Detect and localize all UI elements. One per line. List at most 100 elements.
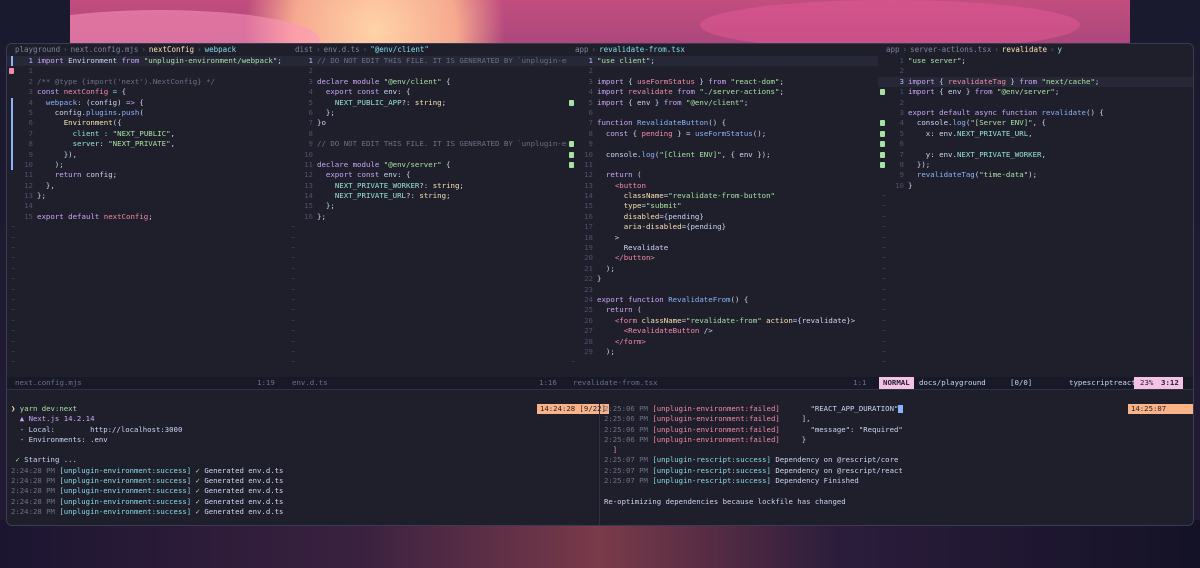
breadcrumb-item[interactable]: env.d.ts bbox=[324, 45, 360, 54]
code-line[interactable]: 12 return ( bbox=[567, 170, 878, 180]
code-view[interactable]: 1 // DO NOT EDIT THIS FILE. IT IS GENERAT… bbox=[287, 56, 567, 368]
code-line[interactable]: 28 </form> bbox=[567, 337, 878, 347]
code-line[interactable]: 4 export const env: { bbox=[287, 87, 567, 97]
code-line[interactable]: 16}; bbox=[287, 212, 567, 222]
breadcrumb-item[interactable]: "@env/client" bbox=[370, 45, 429, 54]
code-line[interactable]: 4 webpack: (config) => { bbox=[7, 97, 287, 108]
code-line[interactable]: 1 import { env } from "@env/server"; bbox=[878, 87, 1193, 97]
code-line[interactable]: 3 export default async function revalidat… bbox=[878, 108, 1193, 118]
code-line[interactable]: 9 bbox=[567, 139, 878, 149]
terminal-pane-right[interactable]: 2:25:06 PM [unplugin-environment:failed]… bbox=[599, 404, 1193, 525]
code-line[interactable]: 1 import Environment from "unplugin-envir… bbox=[7, 56, 287, 67]
breadcrumb-item[interactable]: app bbox=[886, 45, 900, 54]
code-line[interactable]: 15 }; bbox=[287, 201, 567, 211]
code-line[interactable]: 14 className="revalidate-from-button" bbox=[567, 191, 878, 201]
code-line[interactable]: 16 disabled={pending} bbox=[567, 212, 878, 222]
code-line[interactable]: 5 import { env } from "@env/client"; bbox=[567, 98, 878, 108]
breadcrumb-item[interactable]: y bbox=[1058, 45, 1063, 54]
breadcrumb-item[interactable]: revalidate-from.tsx bbox=[599, 45, 685, 54]
code-line[interactable]: 8 server: "NEXT_PRIVATE", bbox=[7, 139, 287, 150]
code-line[interactable]: 1 "use server"; bbox=[878, 56, 1193, 66]
code-line[interactable]: 13 NEXT_PRIVATE_WORKER?: string; bbox=[287, 181, 567, 191]
code-line[interactable]: 21 ); bbox=[567, 264, 878, 274]
breadcrumb-item[interactable]: server-actions.tsx bbox=[910, 45, 991, 54]
code-line[interactable]: 2 bbox=[878, 98, 1193, 108]
code-line[interactable]: 6 bbox=[567, 108, 878, 118]
code-line[interactable]: 4 import revalidate from "./server-action… bbox=[567, 87, 878, 97]
code-line[interactable]: 26 <form className="revalidate-from" act… bbox=[567, 316, 878, 326]
code-line[interactable]: 8 const { pending } = useFormStatus(); bbox=[567, 129, 878, 139]
git-added-sign bbox=[569, 161, 574, 168]
breadcrumb-item[interactable]: nextConfig bbox=[149, 45, 194, 54]
code-line[interactable]: 17 aria-disabled={pending} bbox=[567, 222, 878, 232]
breadcrumb-item[interactable]: revalidate bbox=[1002, 45, 1047, 54]
code-line[interactable]: 9 revalidateTag("time-data"); bbox=[878, 170, 1193, 180]
code-line[interactable]: 6 Environment({ bbox=[7, 118, 287, 129]
code-line[interactable]: 5 config.plugins.push( bbox=[7, 107, 287, 119]
code-line[interactable]: 14 bbox=[7, 201, 287, 211]
code-line[interactable]: 6 }; bbox=[287, 108, 567, 118]
editor-pane-2[interactable]: dist › env.d.ts › "@env/client" 1// DO NOT ED… bbox=[287, 44, 568, 377]
code-line[interactable]: 3 import { revalidateTag } from "next/cac… bbox=[878, 76, 1193, 88]
code-line[interactable]: 12 }, bbox=[7, 181, 287, 191]
breadcrumb-item[interactable]: app bbox=[575, 45, 589, 54]
code-line[interactable]: 3 declare module "@env/client" { bbox=[287, 77, 567, 87]
code-line[interactable]: 12 export const env: { bbox=[287, 170, 567, 180]
code-line[interactable]: 15 type="submit" bbox=[567, 201, 878, 211]
code-line[interactable]: 9 // DO NOT EDIT THIS FILE. IT IS GENERAT… bbox=[287, 139, 567, 149]
code-line[interactable]: 13}; bbox=[7, 191, 287, 201]
code-view[interactable]: 1 "use client"; 2 3 import { useFormStatus }… bbox=[567, 56, 878, 368]
code-line[interactable]: 10 bbox=[287, 150, 567, 160]
code-line[interactable]: 11 declare module "@env/server" { bbox=[287, 160, 567, 170]
breadcrumb-item[interactable]: next.config.mjs bbox=[71, 45, 139, 54]
code-line[interactable]: 22} bbox=[567, 274, 878, 284]
code-line[interactable]: 2 bbox=[567, 66, 878, 76]
editor-pane-3[interactable]: app › revalidate-from.tsx 1 "use client"; 2 3 i… bbox=[567, 44, 879, 377]
code-line[interactable]: 9 }), bbox=[7, 149, 287, 160]
code-line[interactable]: 10 ); bbox=[7, 159, 287, 171]
code-line[interactable]: 13 <button bbox=[567, 181, 878, 191]
code-line[interactable]: 18 > bbox=[567, 233, 878, 243]
code-line[interactable]: 27 <RevalidateButton /> bbox=[567, 326, 878, 336]
code-token: ; bbox=[743, 97, 749, 107]
code-line[interactable]: 5 x: env.NEXT_PRIVATE_URL, bbox=[878, 129, 1193, 139]
code-view[interactable]: 1 "use server"; 2 3 import { revalidateTag }… bbox=[878, 56, 1193, 368]
code-line[interactable]: 11 return config; bbox=[7, 170, 287, 180]
code-line[interactable]: 15 export default nextConfig; bbox=[7, 212, 287, 222]
code-line[interactable]: 10} bbox=[878, 181, 1193, 191]
code-line[interactable]: 8 bbox=[287, 129, 567, 139]
code-line[interactable]: 11 bbox=[567, 160, 878, 170]
code-line[interactable]: 7 client : "NEXT_PUBLIC", bbox=[7, 128, 287, 140]
code-line[interactable]: 3 import { useFormStatus } from "react-do… bbox=[567, 77, 878, 87]
code-line[interactable]: 5 NEXT_PUBLIC_APP?: string; bbox=[287, 98, 567, 108]
code-line[interactable]: 7}o bbox=[287, 118, 567, 128]
editor-pane-1[interactable]: playground › next.config.mjs › nextConfig › we… bbox=[7, 44, 288, 377]
code-line[interactable]: 14 NEXT_PRIVATE_URL?: string; bbox=[287, 191, 567, 201]
code-line[interactable]: 19 Revalidate bbox=[567, 243, 878, 253]
code-line[interactable]: 2 bbox=[878, 66, 1193, 76]
code-line[interactable]: 29 ); bbox=[567, 347, 878, 357]
breadcrumb-item[interactable]: dist bbox=[295, 45, 313, 54]
code-line[interactable]: 1 bbox=[7, 66, 287, 76]
code-line[interactable]: 23 bbox=[567, 285, 878, 295]
editor-pane-4[interactable]: app › server-actions.tsx › revalidate › y 1 "use… bbox=[878, 44, 1193, 377]
empty-buffer-line: ~ bbox=[287, 253, 567, 263]
code-view[interactable]: 1 import Environment from "unplugin-envir… bbox=[7, 56, 287, 368]
code-line[interactable]: 7 function RevalidateButton() { bbox=[567, 118, 878, 128]
code-line[interactable]: 6 bbox=[878, 139, 1193, 149]
code-line[interactable]: 4 console.log("[Server ENV]", { bbox=[878, 118, 1193, 128]
code-line[interactable]: 25 return ( bbox=[567, 305, 878, 315]
code-line[interactable]: 2 /** @type {import('next').NextConfig} *… bbox=[7, 77, 287, 87]
code-line[interactable]: 2 bbox=[287, 66, 567, 76]
code-line[interactable]: 7 y: env.NEXT_PRIVATE_WORKER, bbox=[878, 150, 1193, 160]
code-line[interactable]: 1 "use client"; bbox=[567, 56, 878, 67]
code-line[interactable]: 10 console.log("[Client ENV]", { env }); bbox=[567, 150, 878, 160]
terminal-pane-left[interactable]: ❯ yarn dev:next ▲ Next.js 14.2.14 - Loca… bbox=[7, 404, 597, 525]
code-line[interactable]: 20 </button> bbox=[567, 253, 878, 263]
breadcrumb-item[interactable]: playground bbox=[15, 45, 60, 54]
code-line[interactable]: 1 // DO NOT EDIT THIS FILE. IT IS GENERAT… bbox=[287, 56, 567, 67]
code-line[interactable]: 24 export function RevalidateFrom() { bbox=[567, 295, 878, 305]
code-line[interactable]: 3 const nextConfig = { bbox=[7, 87, 287, 97]
breadcrumb-item[interactable]: webpack bbox=[205, 45, 237, 54]
code-line[interactable]: 8 }); bbox=[878, 160, 1193, 170]
